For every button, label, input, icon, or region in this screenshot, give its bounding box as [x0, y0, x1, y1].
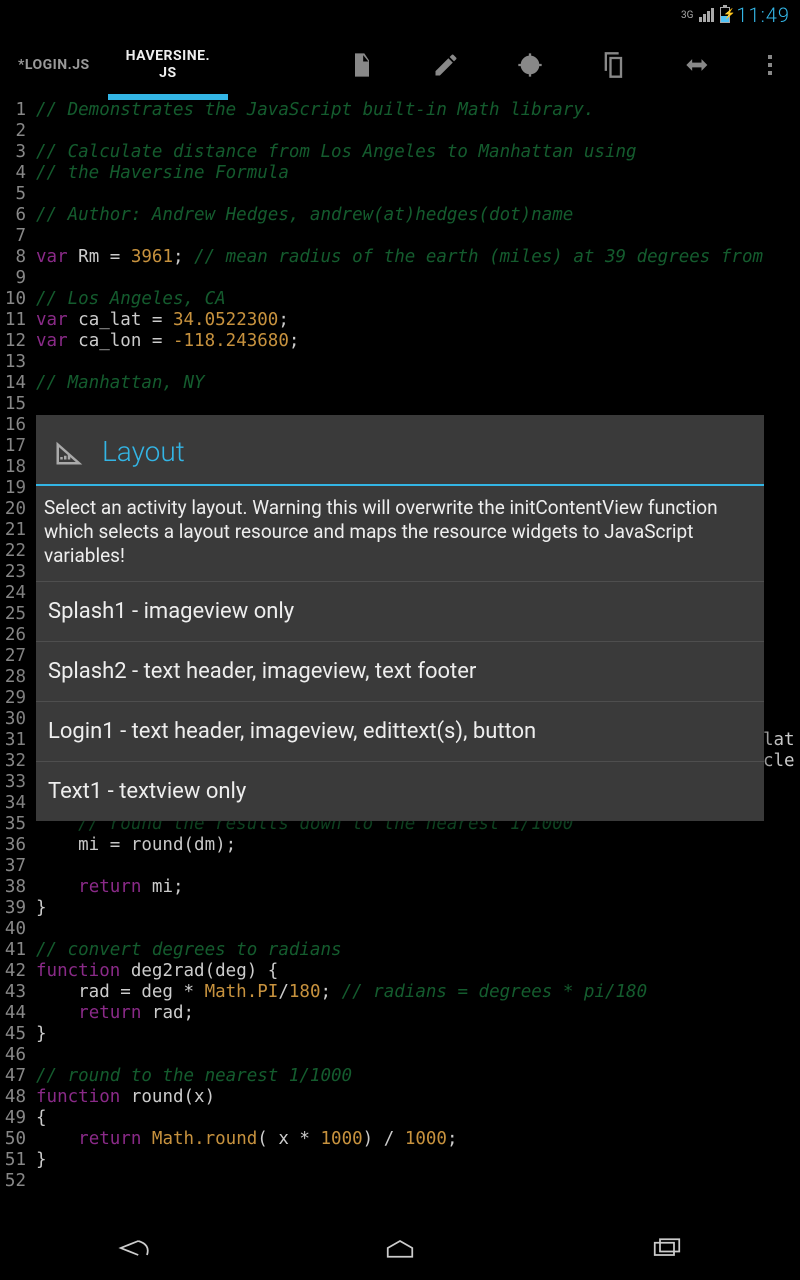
dialog-title: Layout [102, 435, 185, 468]
signal-icon [699, 8, 714, 22]
clock: 11:49 [736, 3, 790, 27]
tab-login-js[interactable]: *LOGIN.JS [0, 30, 108, 100]
copy-icon[interactable] [572, 30, 656, 100]
layout-option-text1[interactable]: Text1 - textview only [36, 761, 764, 821]
layout-option-splash2[interactable]: Splash2 - text header, imageview, text f… [36, 641, 764, 701]
edit-icon[interactable] [404, 30, 488, 100]
layout-option-splash1[interactable]: Splash1 - imageview only [36, 581, 764, 641]
action-bar: *LOGIN.JS HAVERSINE. JS [0, 30, 800, 100]
ruler-icon [54, 437, 84, 467]
home-button[interactable] [379, 1227, 421, 1273]
target-icon[interactable] [488, 30, 572, 100]
new-file-icon[interactable] [320, 30, 404, 100]
tab-haversine-js[interactable]: HAVERSINE. JS [108, 30, 228, 100]
overflow-menu-icon[interactable] [740, 30, 800, 100]
back-button[interactable] [112, 1227, 154, 1273]
recents-button[interactable] [646, 1227, 688, 1273]
status-bar: 3G ⚡ 11:49 [0, 0, 800, 30]
dialog-message: Select an activity layout. Warning this … [36, 486, 764, 581]
network-label: 3G [681, 10, 693, 21]
dialog-header: Layout [36, 415, 764, 486]
layout-option-login1[interactable]: Login1 - text header, imageview, edittex… [36, 701, 764, 761]
nav-bar [0, 1220, 800, 1280]
battery-icon: ⚡ [720, 7, 730, 23]
gutter: 1 2 3 4 5 6 7 8 9 10 11 12 13 14 15 16 1… [0, 100, 30, 1192]
share-icon[interactable] [656, 30, 740, 100]
layout-dialog: Layout Select an activity layout. Warnin… [36, 415, 764, 821]
